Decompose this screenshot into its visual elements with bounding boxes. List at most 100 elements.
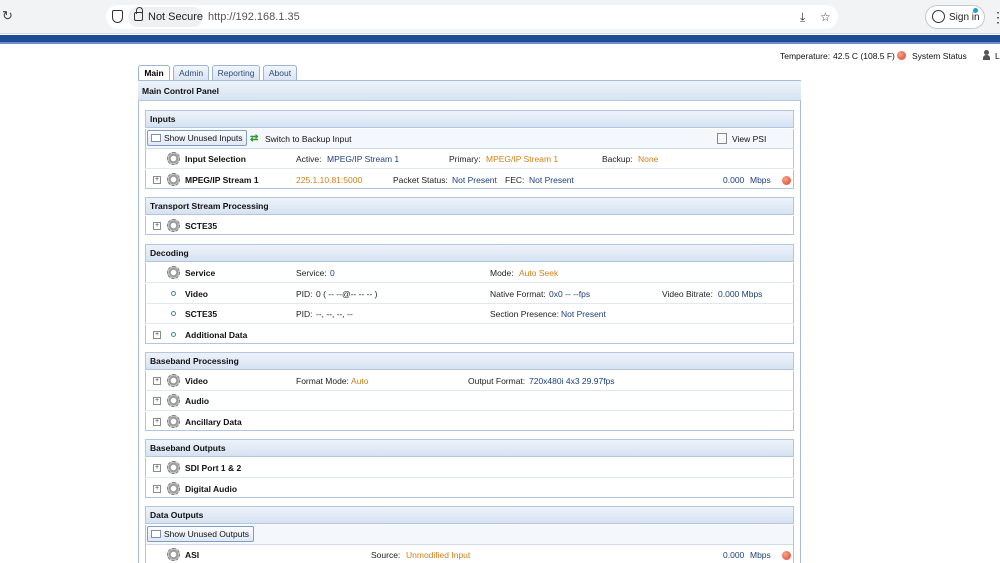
- notification-dot: [973, 8, 978, 13]
- shield-icon[interactable]: [112, 10, 123, 23]
- asi-row[interactable]: ASI Source: Unmodified Input 0.000 Mbps: [145, 545, 794, 563]
- digital-audio-row[interactable]: + Digital Audio: [145, 479, 794, 498]
- video-decoding-row[interactable]: Video PID: 0 ( -- --@-- -- -- ) Native F…: [145, 284, 794, 304]
- bullet-icon: [171, 332, 176, 337]
- bullet-icon: [171, 311, 176, 316]
- row-name: SCTE35: [185, 221, 218, 231]
- gear-icon[interactable]: [167, 219, 180, 232]
- source-value: Unmodified Input: [406, 550, 471, 560]
- gear-icon[interactable]: [167, 461, 180, 474]
- user-label[interactable]: L: [995, 51, 1000, 61]
- primary-value: MPEG/IP Stream 1: [486, 154, 559, 164]
- asi-rate: 0.000: [723, 550, 745, 560]
- video-baseband-row[interactable]: + Video Format Mode: Auto Output Format:…: [145, 371, 794, 391]
- expand-icon[interactable]: +: [153, 418, 161, 426]
- gear-icon[interactable]: [167, 482, 180, 495]
- input-selection-row[interactable]: Input Selection Active: MPEG/IP Stream 1…: [145, 149, 794, 169]
- pid-value: 0 ( -- --@-- -- -- ): [316, 289, 378, 299]
- backup-label: Backup:: [602, 154, 633, 164]
- baseband-outputs-header: Baseband Outputs: [145, 439, 794, 457]
- bullet-icon: [171, 291, 176, 296]
- data-outputs-toolbar: Show Unused Outputs: [145, 525, 794, 545]
- service-label: Service:: [296, 268, 327, 278]
- ancillary-data-row[interactable]: + Ancillary Data: [145, 412, 794, 431]
- gear-icon[interactable]: [167, 266, 180, 279]
- reload-icon[interactable]: ↻: [2, 9, 16, 23]
- expand-icon[interactable]: +: [153, 464, 161, 472]
- row-name: Input Selection: [185, 154, 246, 164]
- pid-label: PID:: [296, 289, 313, 299]
- stream-rate-unit: Mbps: [750, 175, 771, 185]
- native-format-value: 0x0 -- --fps: [549, 289, 591, 299]
- gear-icon[interactable]: [167, 152, 180, 165]
- expand-icon[interactable]: +: [153, 397, 161, 405]
- output-format-value: 720x480i 4x3 29.97fps: [529, 376, 615, 386]
- audio-row[interactable]: + Audio: [145, 391, 794, 411]
- row-name: Video: [185, 376, 208, 386]
- row-name: Ancillary Data: [185, 417, 242, 427]
- list-icon: [151, 134, 161, 142]
- show-unused-inputs-label: Show Unused Inputs: [164, 133, 243, 143]
- show-unused-inputs-button[interactable]: Show Unused Inputs: [147, 130, 248, 146]
- pid-value: --, --, --, --: [316, 309, 353, 319]
- gear-icon[interactable]: [167, 548, 180, 561]
- tab-main[interactable]: Main: [138, 65, 170, 81]
- lock-icon: [134, 7, 143, 21]
- row-name: MPEG/IP Stream 1: [185, 175, 259, 185]
- decoding-header: Decoding: [145, 244, 794, 262]
- packet-status-label: Packet Status:: [393, 175, 448, 185]
- gear-icon[interactable]: [167, 173, 180, 186]
- expand-icon[interactable]: +: [153, 176, 161, 184]
- row-name: Audio: [185, 396, 210, 406]
- mpeg-stream-row[interactable]: + MPEG/IP Stream 1 225.1.10.81:5000 Pack…: [145, 170, 794, 189]
- service-row[interactable]: Service Service: 0 Mode: Auto Seek: [145, 263, 794, 283]
- gear-icon[interactable]: [167, 415, 180, 428]
- scte35-tsp-row[interactable]: + SCTE35: [145, 216, 794, 235]
- additional-data-row[interactable]: + Additional Data: [145, 325, 794, 344]
- source-label: Source:: [371, 550, 401, 560]
- expand-icon[interactable]: +: [153, 222, 161, 230]
- switch-backup-button[interactable]: ⇄ Switch to Backup Input: [250, 132, 351, 146]
- show-unused-outputs-button[interactable]: Show Unused Outputs: [147, 526, 255, 542]
- gear-icon[interactable]: [167, 374, 180, 387]
- show-unused-outputs-label: Show Unused Outputs: [164, 529, 250, 539]
- install-app-icon[interactable]: ⤓: [800, 10, 805, 24]
- status-led: [782, 551, 791, 560]
- format-mode-value: Auto: [351, 376, 369, 386]
- system-status-led: [897, 51, 906, 60]
- not-secure-label: Not Secure: [148, 11, 204, 23]
- output-format-label: Output Format:: [468, 376, 526, 386]
- pid-label: PID:: [296, 309, 313, 319]
- expand-icon[interactable]: +: [153, 331, 161, 339]
- tab-admin[interactable]: Admin: [173, 65, 209, 80]
- expand-icon[interactable]: +: [153, 485, 161, 493]
- bookmark-star-icon[interactable]: ☆: [820, 10, 831, 24]
- user-icon[interactable]: [983, 50, 990, 60]
- row-name: Digital Audio: [185, 484, 238, 494]
- inputs-header: Inputs: [145, 110, 794, 128]
- video-bitrate-value: 0.000 Mbps: [718, 289, 763, 299]
- panel-title: Main Control Panel: [138, 81, 801, 101]
- tab-reporting[interactable]: Reporting: [212, 65, 260, 80]
- url-text[interactable]: http://192.168.1.35: [208, 11, 300, 23]
- native-format-label: Native Format:: [490, 289, 546, 299]
- inputs-toolbar: Show Unused Inputs ⇄ Switch to Backup In…: [145, 129, 794, 158]
- tab-about[interactable]: About: [263, 65, 297, 80]
- section-presence-value: Not Present: [561, 309, 606, 319]
- row-name: SCTE35: [185, 309, 218, 319]
- stream-address: 225.1.10.81:5000: [296, 175, 363, 185]
- row-name: SDI Port 1 & 2: [185, 463, 242, 473]
- section-presence-label: Section Presence:: [490, 309, 559, 319]
- sdi-port-row[interactable]: + SDI Port 1 & 2: [145, 458, 794, 478]
- active-label: Active:: [296, 154, 322, 164]
- expand-icon[interactable]: +: [153, 377, 161, 385]
- gear-icon[interactable]: [167, 394, 180, 407]
- fec-value: Not Present: [529, 175, 574, 185]
- list-icon: [151, 530, 161, 538]
- scte35-decoding-row[interactable]: SCTE35 PID: --, --, --, -- Section Prese…: [145, 304, 794, 324]
- mode-label: Mode:: [490, 268, 514, 278]
- system-status-link[interactable]: System Status: [912, 51, 967, 61]
- primary-label: Primary:: [449, 154, 481, 164]
- tsp-header: Transport Stream Processing: [145, 197, 794, 215]
- more-menu-icon[interactable]: ⋮: [991, 9, 1000, 26]
